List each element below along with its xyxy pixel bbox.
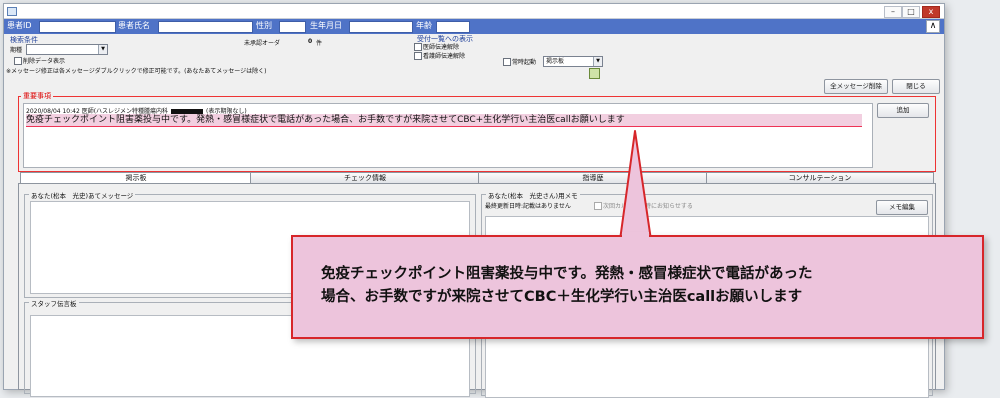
callout-line-2: 場合、お手数ですが来院させてCBC＋生化学行い主治医callお願いします [321, 289, 803, 305]
callout-box: 免疫チェックポイント阻害薬投与中です。発熱・感冒様症状で電話があった 場合、お手… [291, 235, 984, 339]
callout-line-1: 免疫チェックポイント阻害薬投与中です。発熱・感冒様症状で電話があった [321, 266, 813, 282]
callout-joint [622, 232, 649, 238]
callout-text: 免疫チェックポイント阻害薬投与中です。発熱・感冒様症状で電話があった 場合、お手… [321, 263, 961, 309]
